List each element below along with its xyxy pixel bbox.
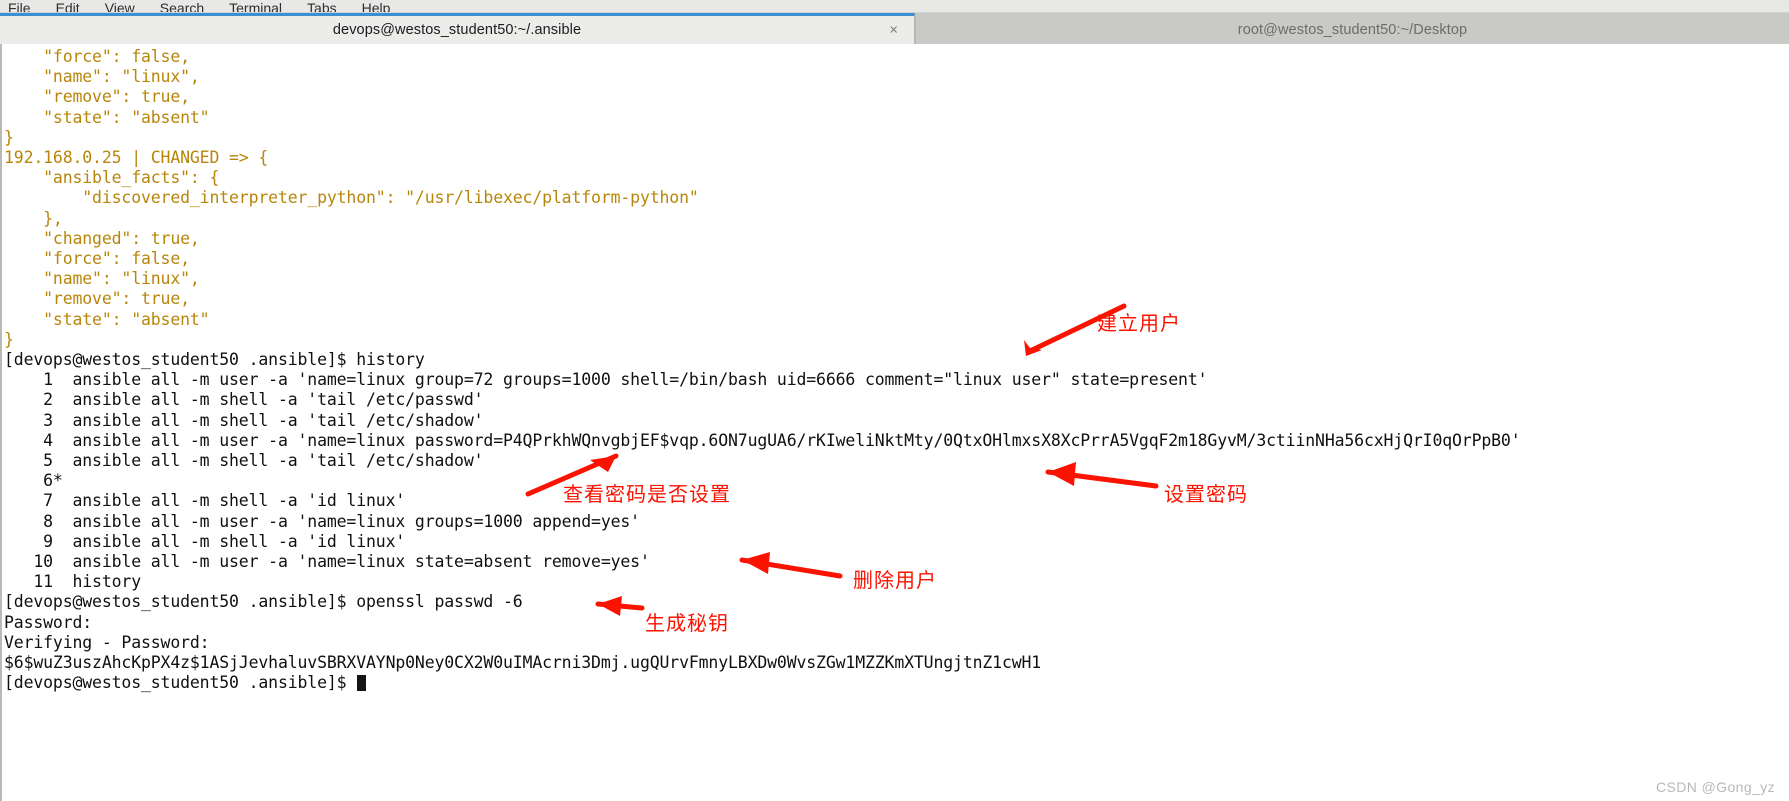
terminal-line: "name": "linux", [4,67,200,87]
terminal-line: } [4,127,14,147]
menu-search[interactable]: Search [160,1,204,12]
terminal-line: "name": "linux", [4,269,200,289]
terminal-line: Password: [4,612,93,632]
menu-terminal[interactable]: Terminal [229,1,282,12]
annotation-set-password: 设置密码 [1164,482,1248,506]
annotation-check-password-set: 查看密码是否设置 [563,482,731,506]
menu-edit[interactable]: Edit [56,1,80,12]
terminal-line: "discovered_interpreter_python": "/usr/l… [4,188,699,208]
close-icon[interactable]: × [889,23,898,38]
prompt-text: [devops@westos_student50 .ansible]$ [4,673,357,693]
menu-file[interactable]: File [8,1,31,12]
terminal-line: "remove": true, [4,87,190,107]
terminal-line: } [4,329,14,349]
terminal-line: "remove": true, [4,289,190,309]
terminal-line: 6* [4,471,63,491]
terminal-line: $6$wuZ3uszAhcKpPX4z$1ASjJevhaluvSBRXVAYN… [4,653,1042,673]
tab-devops-ansible-label: devops@westos_student50:~/.ansible [332,22,582,38]
terminal-line: "state": "absent" [4,107,210,127]
terminal-line: 9 ansible all -m shell -a 'id linux' [4,531,406,551]
terminal-line: 4 ansible all -m user -a 'name=linux pas… [4,430,1521,450]
tab-root-desktop-label: root@westos_student50:~/Desktop [1237,22,1468,38]
annotation-generate-key: 生成秘钥 [645,611,729,635]
text-cursor [357,675,367,692]
terminal-line: 7 ansible all -m shell -a 'id linux' [4,491,406,511]
tab-devops-ansible[interactable]: devops@westos_student50:~/.ansible × [0,13,915,44]
terminal-line: "state": "absent" [4,309,210,329]
menu-help[interactable]: Help [362,1,391,12]
watermark: CSDN @Gong_yz [1655,779,1775,795]
terminal-line: Verifying - Password: [4,632,210,652]
tab-root-desktop[interactable]: root@westos_student50:~/Desktop [915,13,1789,44]
terminal-line: "ansible_facts": { [4,168,220,188]
terminal-line: 3 ansible all -m shell -a 'tail /etc/sha… [4,410,484,430]
terminal-line: 1 ansible all -m user -a 'name=linux gro… [4,370,1208,390]
terminal-line: [devops@westos_student50 .ansible]$ hist… [4,350,425,370]
terminal-line: "changed": true, [4,228,200,248]
terminal-line: 2 ansible all -m shell -a 'tail /etc/pas… [4,390,484,410]
terminal-line: }, [4,208,63,228]
menu-bar: File Edit View Search Terminal Tabs Help [0,0,1789,13]
tab-bar: devops@westos_student50:~/.ansible × roo… [0,13,1789,44]
terminal-window: File Edit View Search Terminal Tabs Help… [0,0,1789,801]
annotation-delete-user: 删除用户 [853,568,937,592]
terminal-output[interactable]: "force": false, "name": "linux", "remove… [0,44,1789,801]
terminal-line: 192.168.0.25 | CHANGED => { [4,148,269,168]
terminal-line: [devops@westos_student50 .ansible]$ open… [4,592,523,612]
terminal-prompt-line: [devops@westos_student50 .ansible]$ [2,673,1789,693]
annotation-create-user: 建立用户 [1097,311,1181,335]
menu-tabs[interactable]: Tabs [307,1,337,12]
terminal-line: "force": false, [4,47,190,66]
terminal-line: 5 ansible all -m shell -a 'tail /etc/sha… [4,451,484,471]
menu-view[interactable]: View [105,1,135,12]
terminal-line: 8 ansible all -m user -a 'name=linux gro… [4,511,640,531]
terminal-line: "force": false, [4,249,190,269]
